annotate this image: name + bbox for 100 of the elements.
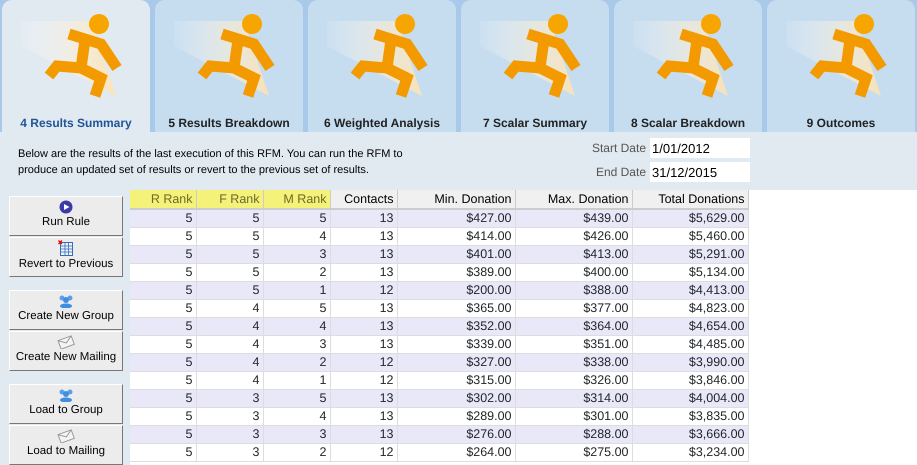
action-button[interactable]: Revert to Previous xyxy=(9,237,123,277)
table-cell: $302.00 xyxy=(397,389,515,407)
table-cell: $3,234.00 xyxy=(632,443,748,461)
table-cell: 5 xyxy=(130,407,196,425)
table-cell: $3,666.00 xyxy=(632,425,748,443)
tab[interactable]: 6 Weighted Analysis xyxy=(308,0,456,132)
table-cell: $276.00 xyxy=(397,425,515,443)
table-cell: 3 xyxy=(263,335,330,353)
column-header[interactable]: F Rank xyxy=(196,190,263,209)
table-cell: $427.00 xyxy=(397,209,515,227)
table-cell: 5 xyxy=(196,263,263,281)
column-header[interactable]: M Rank xyxy=(263,190,330,209)
table-cell: $426.00 xyxy=(515,227,632,245)
table-cell: $4,485.00 xyxy=(632,335,748,353)
envelope-icon xyxy=(57,335,75,350)
table-cell: $4,004.00 xyxy=(632,389,748,407)
tab[interactable]: 8 Scalar Breakdown xyxy=(614,0,762,132)
action-button[interactable]: Load to Mailing xyxy=(9,425,123,465)
table-cell: $364.00 xyxy=(515,317,632,335)
table-cell: 13 xyxy=(330,389,397,407)
table-cell: 5 xyxy=(130,443,196,461)
table-cell: $351.00 xyxy=(515,335,632,353)
table-cell: 5 xyxy=(130,335,196,353)
table-cell: 5 xyxy=(130,281,196,299)
date-field[interactable]: 31/12/2015 xyxy=(650,162,750,182)
table-cell: 2 xyxy=(263,263,330,281)
table-cell: 5 xyxy=(130,245,196,263)
action-button[interactable]: Create New Group xyxy=(9,290,123,330)
tab[interactable]: 4 Results Summary xyxy=(2,0,150,132)
table-cell: $400.00 xyxy=(515,263,632,281)
table-cell: $4,654.00 xyxy=(632,317,748,335)
table-cell: $4,823.00 xyxy=(632,299,748,317)
table-cell: $3,846.00 xyxy=(632,371,748,389)
table-cell: 4 xyxy=(263,227,330,245)
table-cell: $413.00 xyxy=(515,245,632,263)
table-cell: 13 xyxy=(330,317,397,335)
table-cell: 5 xyxy=(196,281,263,299)
table-cell: 5 xyxy=(130,263,196,281)
table-cell: 5 xyxy=(130,425,196,443)
tab[interactable]: 5 Results Breakdown xyxy=(155,0,303,132)
table-cell: $5,134.00 xyxy=(632,263,748,281)
table-cell: 4 xyxy=(196,335,263,353)
table-cell: $327.00 xyxy=(397,353,515,371)
table-cell: 13 xyxy=(330,407,397,425)
table-cell: $5,629.00 xyxy=(632,209,748,227)
column-header[interactable]: Contacts xyxy=(330,190,397,209)
table-cell: 3 xyxy=(196,389,263,407)
table-cell: $314.00 xyxy=(515,389,632,407)
table-cell: $288.00 xyxy=(515,425,632,443)
table-cell: 5 xyxy=(130,227,196,245)
table-cell: 5 xyxy=(130,389,196,407)
spreadsheet-icon xyxy=(58,240,74,256)
table-cell: $389.00 xyxy=(397,263,515,281)
table-cell: 13 xyxy=(330,209,397,227)
people-icon xyxy=(58,388,74,402)
table-cell: 1 xyxy=(263,281,330,299)
people-icon xyxy=(58,294,74,308)
table-cell: $3,990.00 xyxy=(632,353,748,371)
table-cell: 13 xyxy=(330,227,397,245)
table-cell: $414.00 xyxy=(397,227,515,245)
table-cell: $3,835.00 xyxy=(632,407,748,425)
action-button[interactable]: Run Rule xyxy=(9,196,123,236)
table-cell: 5 xyxy=(130,299,196,317)
table-cell: $339.00 xyxy=(397,335,515,353)
table-cell: $289.00 xyxy=(397,407,515,425)
table-cell: $377.00 xyxy=(515,299,632,317)
description-text: Below are the results of the last execution of this RFM. You can run the RFM to produce an updated set of results or revert to the previous set of results. xyxy=(18,147,404,178)
column-header[interactable]: Min. Donation xyxy=(397,190,515,209)
table-cell: 13 xyxy=(330,425,397,443)
tab[interactable]: 9 Outcomes xyxy=(767,0,915,132)
table-cell: $301.00 xyxy=(515,407,632,425)
table-cell: 5 xyxy=(130,353,196,371)
column-header[interactable]: R Rank xyxy=(130,190,196,209)
table-cell: 13 xyxy=(330,245,397,263)
table-cell: 13 xyxy=(330,335,397,353)
table-cell: 2 xyxy=(263,353,330,371)
envelope-icon xyxy=(57,429,75,444)
table-cell: $200.00 xyxy=(397,281,515,299)
table-cell: 12 xyxy=(330,371,397,389)
action-button[interactable]: Create New Mailing xyxy=(9,331,123,371)
table-cell: 4 xyxy=(263,317,330,335)
table-cell: 5 xyxy=(263,299,330,317)
table-cell: 3 xyxy=(263,425,330,443)
table-cell: $5,291.00 xyxy=(632,245,748,263)
table-cell: 12 xyxy=(330,443,397,461)
table-cell: $5,460.00 xyxy=(632,227,748,245)
table-cell: $388.00 xyxy=(515,281,632,299)
tab[interactable]: 7 Scalar Summary xyxy=(461,0,609,132)
column-header[interactable]: Max. Donation xyxy=(515,190,632,209)
date-field[interactable]: 1/01/2012 xyxy=(650,138,750,158)
table-cell: $365.00 xyxy=(397,299,515,317)
action-button[interactable]: Load to Group xyxy=(9,384,123,424)
column-header[interactable]: Total Donations xyxy=(632,190,748,209)
table-cell: 4 xyxy=(263,407,330,425)
table-cell: 5 xyxy=(196,245,263,263)
table-cell: $264.00 xyxy=(397,443,515,461)
table-cell: 1 xyxy=(263,371,330,389)
table-cell: 3 xyxy=(263,245,330,263)
table-cell: $401.00 xyxy=(397,245,515,263)
date-label: End Date xyxy=(594,164,646,181)
